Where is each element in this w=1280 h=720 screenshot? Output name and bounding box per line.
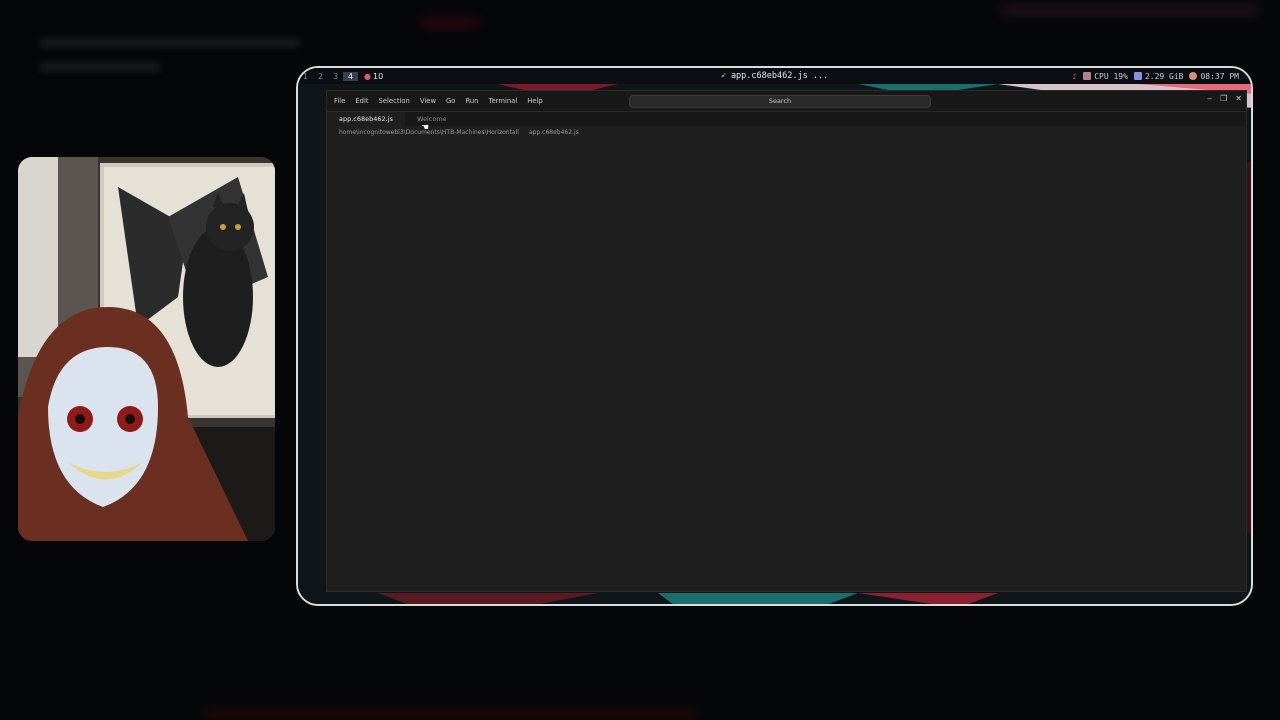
- cpu-indicator: CPU 19%: [1083, 72, 1128, 81]
- workspace-1[interactable]: 1: [298, 72, 313, 81]
- vscode-window: File Edit Selection View Go Run Terminal…: [326, 90, 1247, 592]
- breadcrumb: home\incognitowebl3\Documents\HTB-Machin…: [327, 126, 1246, 140]
- vscode-titlebar: File Edit Selection View Go Run Terminal…: [327, 91, 1246, 112]
- editor-tabs: app.c68eb462.js Welcome: [327, 111, 1246, 126]
- menu-bar: File Edit Selection View Go Run Terminal…: [329, 97, 548, 105]
- alert-icon: ●: [364, 71, 371, 81]
- desktop-screen: 1 2 3 4 ● 10 ➶ app.c68eb462.js ... ♪ CPU …: [296, 66, 1253, 606]
- maximize-icon[interactable]: ❐: [1220, 94, 1227, 103]
- memory-indicator: 2.29 GiB: [1133, 72, 1183, 81]
- notification-badge[interactable]: ● 10: [364, 72, 383, 81]
- breadcrumb-file[interactable]: app.c68eb462.js: [529, 126, 579, 140]
- memory-icon: [1133, 72, 1142, 80]
- menu-run[interactable]: Run: [460, 97, 483, 105]
- workspace-4[interactable]: 4: [343, 71, 358, 81]
- cpu-icon: [1083, 72, 1092, 80]
- menu-edit[interactable]: Edit: [350, 97, 373, 105]
- system-tray: ♪ CPU 19% 2.29 GiB 08:37 PM: [1072, 68, 1251, 84]
- menu-view[interactable]: View: [415, 97, 441, 105]
- workspace-2[interactable]: 2: [313, 72, 328, 81]
- volume-icon[interactable]: ♪: [1072, 72, 1077, 81]
- clock-icon: [1189, 72, 1198, 80]
- background-blur: [1000, 4, 1260, 16]
- window-controls: ‒ ❐ ✕: [1207, 94, 1242, 103]
- menu-file[interactable]: File: [329, 97, 350, 105]
- background-blur: [40, 38, 300, 48]
- minimize-icon[interactable]: ‒: [1207, 94, 1212, 103]
- background-blur: [420, 18, 480, 28]
- workspace-3[interactable]: 3: [328, 72, 343, 81]
- command-search[interactable]: Search: [629, 95, 931, 108]
- background-blur: [40, 62, 160, 72]
- rocket-icon: ➶: [720, 71, 726, 81]
- background-blur: [200, 708, 700, 720]
- tab-welcome[interactable]: Welcome: [405, 112, 459, 126]
- status-bar: 1 2 3 4 ● 10 ➶ app.c68eb462.js ... ♪ CPU …: [298, 68, 1251, 84]
- mouse-cursor-icon: ☚: [421, 123, 430, 133]
- clock[interactable]: 08:37 PM: [1189, 72, 1239, 81]
- menu-selection[interactable]: Selection: [374, 97, 415, 105]
- menu-help[interactable]: Help: [522, 97, 548, 105]
- menu-terminal[interactable]: Terminal: [484, 97, 523, 105]
- webcam-feed: [18, 157, 275, 541]
- notification-count: 10: [372, 71, 384, 81]
- close-icon[interactable]: ✕: [1235, 94, 1242, 103]
- editor-area[interactable]: [327, 139, 1246, 591]
- menu-go[interactable]: Go: [441, 97, 460, 105]
- tab-app-js[interactable]: app.c68eb462.js: [327, 111, 405, 126]
